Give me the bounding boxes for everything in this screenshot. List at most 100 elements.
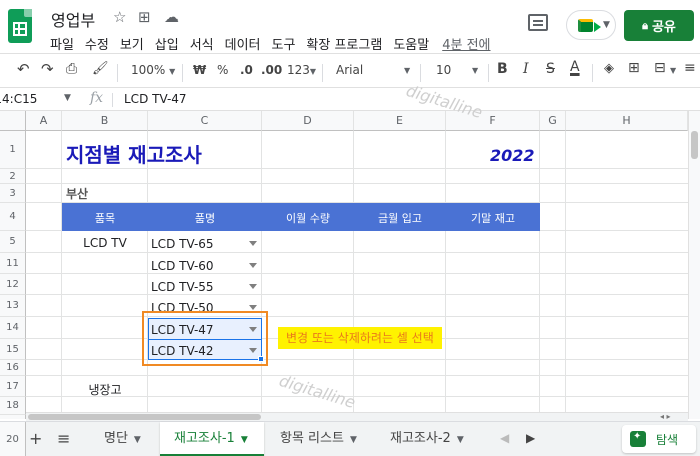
last-edit-link[interactable]: 4분 전에 [442,34,490,53]
sheet-title-cell[interactable]: 지점별 재고조사 [66,139,202,168]
column-header-h[interactable]: H [566,111,688,131]
tab-inventory-1[interactable]: 재고조사-1 ▼ [160,422,264,456]
row-header-2[interactable]: 2 [0,169,26,184]
chevron-down-icon: ▼ [603,20,610,30]
fill-color-icon[interactable]: ◈ [604,61,614,76]
name-box[interactable]: C14:C15 [0,92,37,106]
menu-tools[interactable]: 도구 [272,34,296,53]
scroll-tabs-right-icon[interactable]: ▶ [526,431,535,445]
select-all-corner[interactable] [0,111,26,131]
tab-item-list[interactable]: 항목 리스트 ▼ [266,422,374,456]
header-cell-product[interactable]: 품명 [148,210,262,226]
dropdown-arrow-icon[interactable] [249,305,257,310]
scroll-tabs-left-icon[interactable]: ◀ [500,431,509,445]
currency-format-button[interactable]: ₩ [193,63,206,77]
menu-view[interactable]: 보기 [120,34,144,53]
text-color-button[interactable]: A [570,59,580,75]
row-header-1[interactable]: 1 [0,131,26,169]
all-sheets-icon[interactable]: ≡ [57,429,70,448]
move-folder-icon[interactable]: ⊞ [138,8,151,26]
italic-button[interactable]: I [523,61,529,77]
product-dropdown-cell[interactable]: LCD TV-65 [148,233,262,253]
column-header-a[interactable]: A [26,111,62,131]
merge-cells-icon[interactable]: ⊟ [654,60,666,76]
share-button[interactable]: 🔒︎ 공유 [624,10,694,41]
row-header-5[interactable]: 5 [0,231,26,253]
row-header-11[interactable]: 11 [0,253,26,274]
sheets-logo-icon[interactable] [8,9,32,43]
chevron-down-icon[interactable]: ▼ [472,66,478,75]
horizontal-scroll-thumb[interactable] [28,414,261,420]
explore-button[interactable]: 탐색 [622,425,696,453]
align-icon[interactable]: ≡ [684,60,696,76]
paint-format-icon[interactable]: 🖌︎ [92,61,109,76]
row-header-17[interactable]: 17 [0,376,26,397]
decrease-decimal-button[interactable]: .0 [240,63,253,77]
row-header-4[interactable]: 4 [0,203,26,231]
dropdown-arrow-icon[interactable] [249,241,257,246]
vertical-scroll-thumb[interactable] [691,131,698,159]
region-cell[interactable]: 부산 [66,185,88,202]
strikethrough-button[interactable]: S [546,61,555,77]
font-size-select[interactable]: 10 [436,63,451,77]
row-header-16[interactable]: 16 [0,360,26,376]
row-header-14[interactable]: 14 [0,317,26,339]
row-header-3[interactable]: 3 [0,184,26,203]
product-dropdown-cell[interactable]: LCD TV-60 [148,255,262,275]
horizontal-scrollbar[interactable] [26,412,688,421]
tab-inventory-2[interactable]: 재고조사-2 ▼ [376,422,484,456]
zoom-select[interactable]: 100% ▼ [131,63,175,77]
dropdown-arrow-icon[interactable] [249,263,257,268]
redo-icon[interactable]: ↷ [41,60,54,78]
doc-title[interactable]: 영업부 [51,7,95,31]
number-format-select[interactable]: 123▼ [287,63,316,77]
row-header-18[interactable]: 18 [0,397,26,415]
formula-input[interactable]: LCD TV-47 [124,92,187,106]
tab-roster[interactable]: 명단 ▼ [90,422,160,456]
increase-decimal-button[interactable]: .00 [261,63,282,77]
menu-extensions[interactable]: 확장 프로그램 [306,34,382,53]
chevron-down-icon[interactable]: ▼ [64,93,71,103]
chevron-down-icon[interactable]: ▼ [404,66,410,75]
undo-icon[interactable]: ↶ [17,60,30,78]
cloud-status-icon[interactable]: ☁ [164,8,179,26]
category-cell[interactable]: LCD TV [62,236,148,250]
print-icon[interactable]: ⎙ [66,61,77,77]
column-header-c[interactable]: C [148,111,262,131]
column-gridline [445,131,446,419]
comment-history-icon[interactable] [528,14,548,31]
column-header-d[interactable]: D [262,111,354,131]
percent-format-button[interactable]: % [217,63,228,77]
row-header-19[interactable]: 19 [0,415,26,419]
header-cell-category[interactable]: 품목 [62,210,148,226]
font-family-select[interactable]: Arial [336,63,363,77]
borders-icon[interactable]: ⊞ [628,60,640,76]
header-cell-ending-stock[interactable]: 기말 재고 [446,210,540,226]
menu-edit[interactable]: 수정 [85,34,109,53]
header-cell-incoming[interactable]: 금월 입고 [354,210,446,226]
menu-format[interactable]: 서식 [190,34,214,53]
meet-button[interactable]: ▼ [566,10,616,40]
dropdown-arrow-icon[interactable] [249,284,257,289]
chevron-down-icon[interactable]: ▼ [670,66,676,75]
row-header-12[interactable]: 12 [0,274,26,295]
row-header-20[interactable]: 20 [0,422,26,456]
category-cell[interactable]: 냉장고 [62,381,148,398]
menu-data[interactable]: 데이터 [225,34,261,53]
star-icon[interactable]: ☆ [113,8,126,26]
bold-button[interactable]: B [497,61,508,77]
vertical-scrollbar[interactable] [688,111,700,419]
add-sheet-icon[interactable]: + [29,429,42,448]
column-header-g[interactable]: G [540,111,566,131]
column-header-e[interactable]: E [354,111,446,131]
year-cell[interactable]: 2022 [490,146,535,165]
header-cell-carryover[interactable]: 이월 수량 [262,210,354,226]
menu-help[interactable]: 도움말 [393,34,429,53]
menu-file[interactable]: 파일 [50,34,74,53]
scroll-arrows-icon[interactable]: ◂ ▸ [660,412,671,421]
menu-insert[interactable]: 삽입 [155,34,179,53]
row-header-15[interactable]: 15 [0,339,26,360]
product-dropdown-cell[interactable]: LCD TV-55 [148,276,262,296]
column-header-b[interactable]: B [62,111,148,131]
row-header-13[interactable]: 13 [0,295,26,317]
